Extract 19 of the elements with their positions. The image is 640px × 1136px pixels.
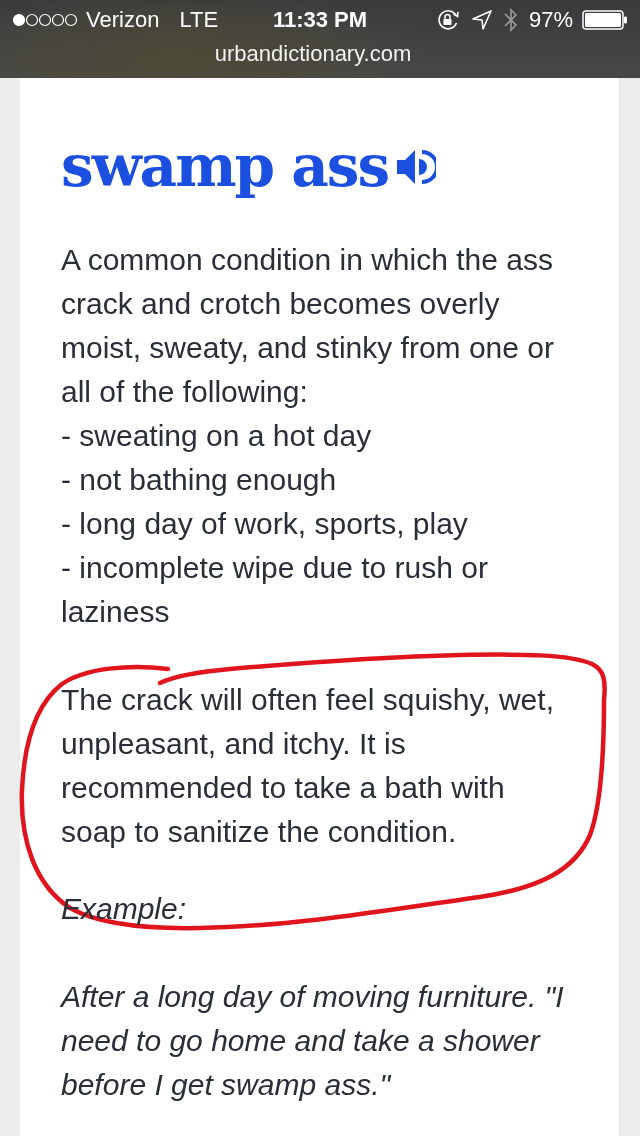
signal-icon: [12, 13, 78, 27]
definition-text: A common condition in which the ass crack and crotch becomes overly moist, sweaty, and stinky from one or all of the following:: [61, 242, 555, 410]
definition-line: - sweating on a hot day: [61, 418, 373, 454]
carrier-name: Verizon: [86, 7, 160, 33]
definition-line: - incomplete wipe due to rush or laziness: [61, 550, 489, 630]
address-bar-url[interactable]: urbandictionary.com: [214, 41, 412, 67]
location-arrow-icon: [471, 10, 492, 30]
battery-percentage: 97%: [528, 7, 573, 33]
definition-text: The crack will often feel squishy, wet, unpleasant, and itchy. It is recommended to take a bath with soap to sanitize the condition.: [61, 682, 555, 850]
example-text: After a long day of moving furniture. "I need to go home and take a shower before I get swamp ass.": [61, 979, 565, 1103]
word-title[interactable]: swamp ass: [61, 134, 389, 198]
speaker-icon[interactable]: [396, 148, 437, 186]
battery-icon: [582, 10, 628, 30]
definition-line: - long day of work, sports, play: [61, 506, 469, 542]
bluetooth-icon: [503, 7, 518, 33]
rotation-lock-icon: [435, 9, 460, 31]
definition-line: - not bathing enough: [61, 462, 338, 498]
network-type: LTE: [179, 7, 219, 33]
clock-time: 11:33 PM: [272, 7, 368, 33]
